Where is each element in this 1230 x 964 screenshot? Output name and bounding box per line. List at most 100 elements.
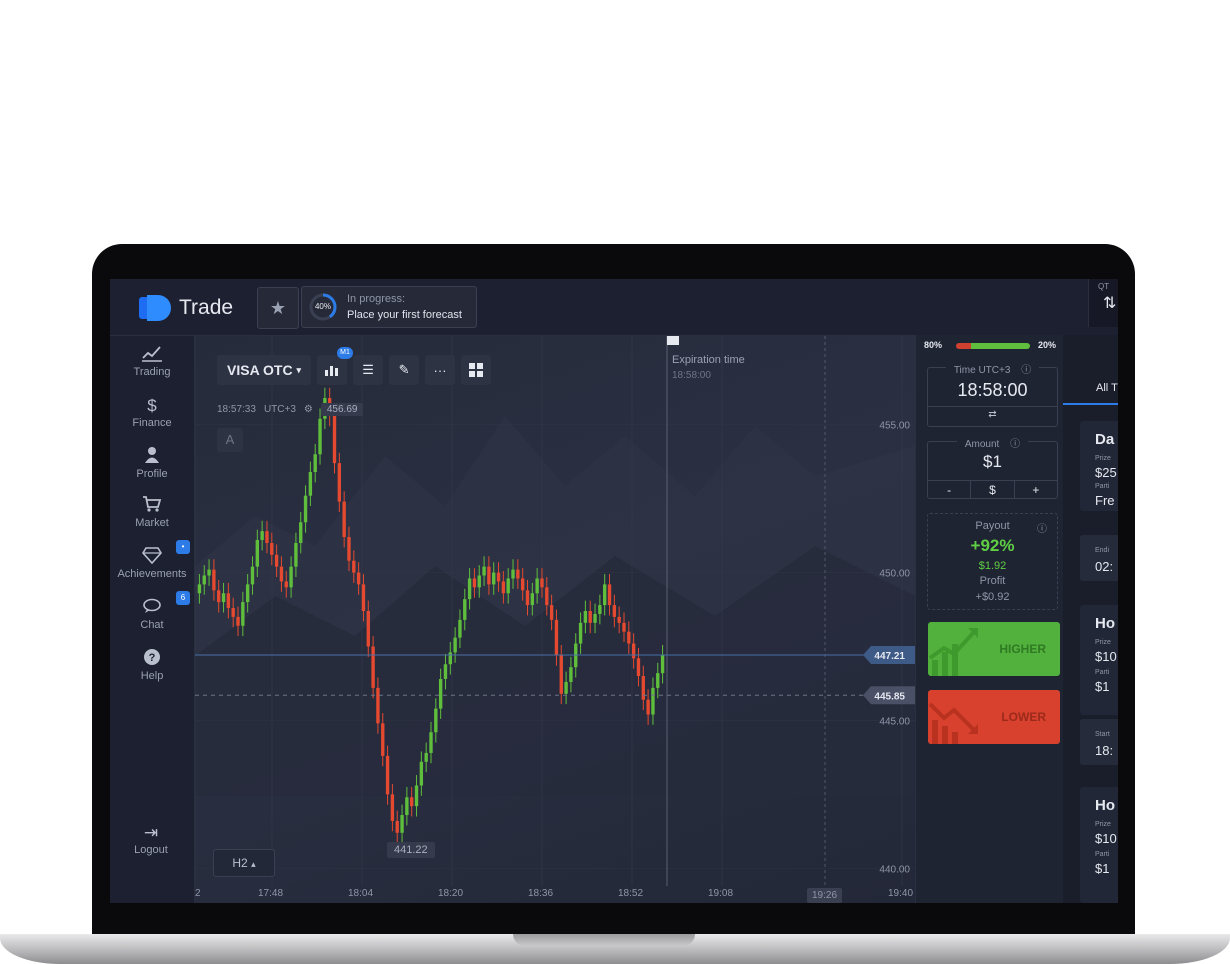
trend-up-icon xyxy=(928,628,978,676)
drawing-label-button[interactable]: A xyxy=(217,428,243,452)
candle-body xyxy=(313,454,317,473)
achievements-badge: • xyxy=(176,540,190,554)
logout-button[interactable]: ⇥ Logout xyxy=(110,822,192,856)
corner-label: QT xyxy=(1098,282,1110,291)
top-bar: Trade ★ 40% In progress: Place your firs… xyxy=(110,279,1118,336)
candle-body xyxy=(400,815,404,833)
trade-panel: 80% 20% Time UTC+3 ⓘ 18:58:00 ⇄ Amount ⓘ… xyxy=(915,335,1064,903)
card-field-value: $25 xyxy=(1095,465,1117,480)
period-selector[interactable]: H2 ▴ xyxy=(213,849,275,877)
card-field-value: 02: xyxy=(1095,559,1114,574)
candle-body xyxy=(405,797,409,816)
y-tick-label: 450.00 xyxy=(879,569,910,580)
asset-selector[interactable]: VISA OTC ▾ xyxy=(217,355,312,385)
sidebar-item-label: Profile xyxy=(136,468,168,480)
amount-selector[interactable]: Amount ⓘ $1 - $ + xyxy=(927,439,1058,499)
candle-body xyxy=(549,605,554,620)
tournament-card[interactable]: Ho Prize $10 Parti $1 xyxy=(1080,787,1118,903)
candle-body xyxy=(593,613,597,623)
time-label: Time UTC+3 xyxy=(949,365,1015,376)
card-field-label: Prize xyxy=(1095,639,1111,646)
candle-body xyxy=(260,531,264,541)
favorite-star-button[interactable]: ★ xyxy=(257,287,299,329)
card-field-value: $10 xyxy=(1095,831,1117,846)
tournament-card[interactable]: Ho Prize $10 Parti $1 xyxy=(1080,605,1118,715)
candle-body xyxy=(501,581,506,594)
tournament-card-footer: Endi 02: xyxy=(1080,535,1118,581)
candle-body xyxy=(448,652,452,665)
candle-body xyxy=(463,599,467,620)
more-button[interactable]: ··· xyxy=(425,355,456,385)
card-field-value: $1 xyxy=(1095,679,1110,694)
x-tick-label: 19:08 xyxy=(708,888,734,899)
x-tick-label: 18:04 xyxy=(348,888,374,899)
help-small-icon[interactable]: ⓘ xyxy=(1037,520,1047,535)
progress-status: In progress: xyxy=(347,293,406,305)
candle-body xyxy=(656,673,660,688)
sidebar-item-market[interactable]: Market xyxy=(110,495,194,529)
y-tick-label: 445.00 xyxy=(879,716,910,727)
candle-body xyxy=(545,587,549,606)
logo-mark-icon xyxy=(139,295,175,321)
time-selector[interactable]: Time UTC+3 ⓘ 18:58:00 ⇄ xyxy=(927,365,1058,427)
sidebar-item-profile[interactable]: Profile xyxy=(110,446,194,480)
settings-gear-icon[interactable]: ⚙ xyxy=(304,404,313,415)
tournaments-panel: All T Da Prize $25 Parti Fre Endi 02: Ho… xyxy=(1063,335,1118,903)
sidebar-item-chat[interactable]: Chat 6 xyxy=(110,591,194,631)
candle-body xyxy=(612,605,617,617)
candle-body xyxy=(492,572,496,585)
x-tick-label: 2 xyxy=(195,888,201,899)
card-field-label: Prize xyxy=(1095,455,1111,462)
logout-icon: ⇥ xyxy=(143,823,159,842)
current-time-chip: 19:26 xyxy=(807,888,843,903)
amount-plus-button[interactable]: + xyxy=(1015,481,1057,499)
candle-body xyxy=(636,658,641,677)
candle-body xyxy=(332,415,337,464)
trend-down-icon xyxy=(928,702,978,744)
lower-button[interactable]: LOWER xyxy=(928,690,1060,744)
candle-body xyxy=(279,566,284,582)
logo[interactable]: Trade xyxy=(139,295,233,321)
candle-body xyxy=(554,619,559,656)
higher-button[interactable]: HIGHER xyxy=(928,622,1060,676)
chart-area[interactable]: 455.00 450.00 445.00 440.00 447.21 445.85 Ex… xyxy=(195,336,915,903)
top-right-widget[interactable]: QT ⇅ xyxy=(1088,279,1118,327)
candle-body xyxy=(318,418,322,455)
candle-body xyxy=(395,820,399,833)
currency-button[interactable]: $ xyxy=(971,481,1015,499)
drawing-tools-button[interactable]: ✎ xyxy=(389,355,420,385)
candle-body xyxy=(207,569,211,576)
tab-all-tournaments[interactable]: All T xyxy=(1063,375,1118,405)
chart-line-icon xyxy=(110,344,194,366)
candle-body xyxy=(221,593,226,603)
indicators-button[interactable]: ☰ xyxy=(353,355,384,385)
amount-minus-button[interactable]: - xyxy=(928,481,972,499)
sidebar-item-achievements[interactable]: Achievements • xyxy=(110,540,194,580)
switch-mode-icon[interactable]: ⇄ xyxy=(928,409,1057,420)
chart-type-button[interactable]: M1 xyxy=(317,347,354,385)
layout-button[interactable] xyxy=(461,355,492,385)
candle-body xyxy=(308,472,313,496)
candle-body xyxy=(506,578,510,594)
help-small-icon[interactable]: ⓘ xyxy=(1006,439,1025,450)
candle-body xyxy=(525,590,530,606)
candle-body xyxy=(443,664,448,680)
candle-body xyxy=(202,575,206,585)
sidebar-item-help[interactable]: ? Help xyxy=(110,648,194,682)
sidebar-item-finance[interactable]: $ Finance xyxy=(110,395,194,429)
sidebar-item-trading[interactable]: Trading xyxy=(110,344,194,378)
candle-body xyxy=(303,495,308,523)
help-small-icon[interactable]: ⓘ xyxy=(1017,365,1036,376)
sidebar-item-label: Trading xyxy=(133,366,171,378)
expiration-value: 18:58:00 xyxy=(672,370,711,381)
candle-body xyxy=(530,593,535,606)
candle-body xyxy=(270,542,274,555)
chart-timezone: UTC+3 xyxy=(263,404,296,415)
candle-body xyxy=(598,605,602,614)
candle-body xyxy=(520,578,525,591)
onboarding-progress-card[interactable]: 40% In progress: Place your first foreca… xyxy=(301,286,477,328)
candle-body xyxy=(564,681,568,694)
asset-name: VISA OTC xyxy=(227,362,293,378)
candle-body xyxy=(371,646,375,688)
tournament-card[interactable]: Da Prize $25 Parti Fre xyxy=(1080,421,1118,511)
